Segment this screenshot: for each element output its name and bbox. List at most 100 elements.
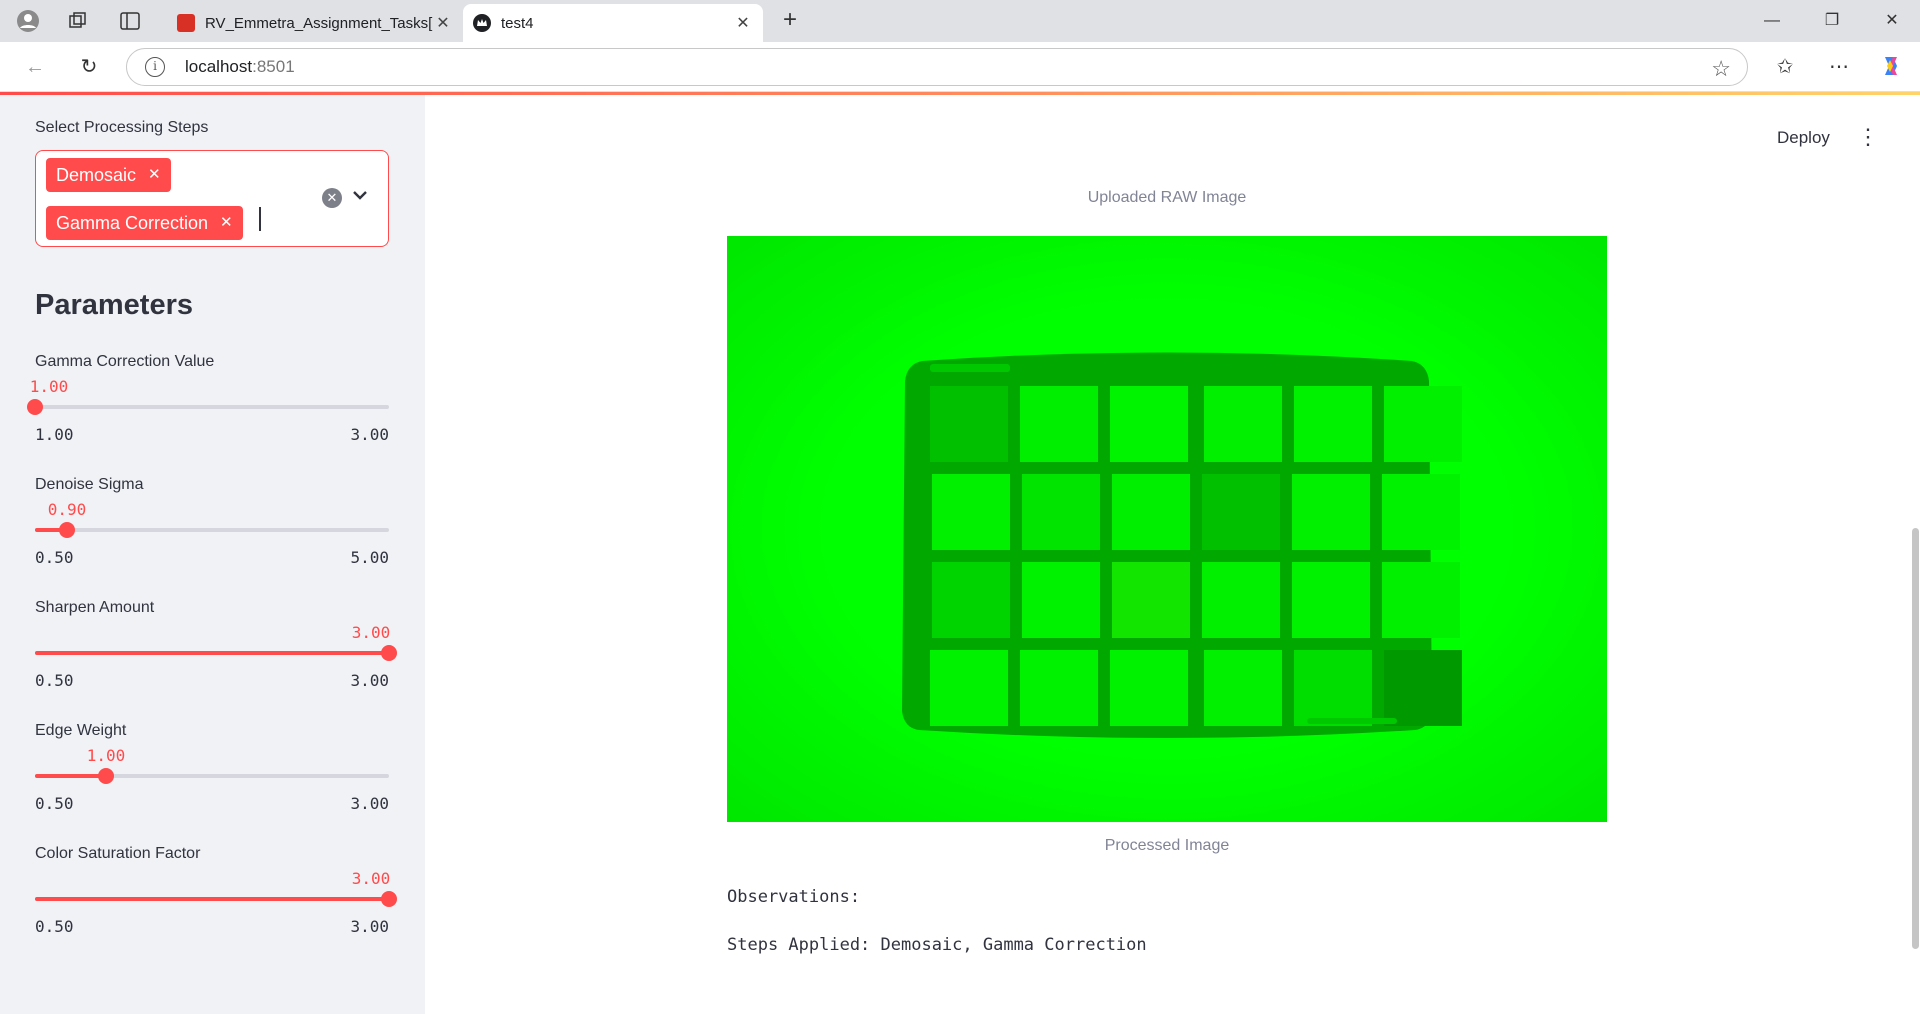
slider-max: 3.00 bbox=[350, 794, 389, 813]
select-steps-label: Select Processing Steps bbox=[35, 119, 209, 136]
tab-close-icon[interactable]: ✕ bbox=[433, 13, 453, 33]
pdf-icon bbox=[177, 14, 195, 32]
refresh-icon[interactable]: ↻ bbox=[74, 54, 104, 80]
tab-assignment-pdf[interactable]: RV_Emmetra_Assignment_Tasks[1 ✕ bbox=[167, 4, 463, 42]
checker-patch bbox=[1382, 474, 1460, 550]
profile-icon[interactable] bbox=[14, 8, 42, 34]
favorite-star-icon[interactable]: ☆ bbox=[1711, 56, 1731, 82]
copilot-icon[interactable] bbox=[1876, 54, 1906, 80]
checker-patch bbox=[1110, 386, 1188, 462]
steps-applied-text: Steps Applied: Demosaic, Gamma Correctio… bbox=[727, 935, 1147, 955]
checker-patch bbox=[1292, 474, 1370, 550]
clear-all-icon[interactable]: ✕ bbox=[322, 188, 342, 208]
site-info-icon[interactable]: i bbox=[145, 57, 165, 77]
slider-sharpen-amount[interactable]: Sharpen Amount 3.00 0.50 3.00 bbox=[35, 599, 397, 690]
checker-patch bbox=[1204, 650, 1282, 726]
processed-image-caption: Processed Image bbox=[1104, 837, 1230, 854]
chip-remove-icon[interactable]: ✕ bbox=[148, 158, 161, 192]
chevron-down-icon[interactable] bbox=[352, 185, 368, 206]
slider-edge-weight[interactable]: Edge Weight 1.00 0.50 3.00 bbox=[35, 722, 389, 813]
streamlit-crown-icon bbox=[473, 14, 491, 32]
close-window-icon[interactable]: ✕ bbox=[1872, 8, 1912, 34]
chip-gamma-correction[interactable]: Gamma Correction ✕ bbox=[46, 206, 243, 240]
slider-max: 3.00 bbox=[350, 671, 389, 690]
slider-thumb[interactable] bbox=[98, 768, 114, 784]
slider-gamma-correction[interactable]: Gamma Correction Value 1.00 1.00 3.00 bbox=[27, 353, 389, 444]
slider-fill bbox=[35, 651, 389, 655]
deploy-button[interactable]: Deploy bbox=[1777, 128, 1830, 148]
slider-value: 1.00 bbox=[86, 746, 126, 765]
slider-thumb[interactable] bbox=[381, 891, 397, 907]
chip-demosaic[interactable]: Demosaic ✕ bbox=[46, 158, 171, 192]
slider-track[interactable] bbox=[35, 645, 397, 661]
more-options-icon[interactable]: ⋯ bbox=[1824, 54, 1854, 80]
tab-title: test4 bbox=[501, 14, 534, 32]
slider-label: Edge Weight bbox=[35, 722, 127, 739]
tab-close-icon[interactable]: ✕ bbox=[733, 13, 753, 33]
chip-remove-icon[interactable]: ✕ bbox=[220, 206, 233, 240]
uploaded-image-caption: Uploaded RAW Image bbox=[1087, 189, 1247, 206]
minimize-icon[interactable]: — bbox=[1752, 8, 1792, 34]
slider-track[interactable] bbox=[35, 891, 397, 907]
workspaces-icon[interactable] bbox=[64, 8, 92, 34]
slider-fill bbox=[35, 774, 106, 778]
checker-patch bbox=[932, 562, 1010, 638]
slider-value: 3.00 bbox=[351, 869, 391, 888]
main-scrollbar[interactable] bbox=[1912, 528, 1919, 949]
checker-patch bbox=[1294, 386, 1372, 462]
checker-patch bbox=[1382, 562, 1460, 638]
slider-thumb[interactable] bbox=[59, 522, 75, 538]
slider-min: 0.50 bbox=[35, 794, 74, 813]
slider-label: Denoise Sigma bbox=[35, 476, 144, 493]
slider-label: Gamma Correction Value bbox=[35, 353, 215, 370]
restore-icon[interactable]: ❐ bbox=[1812, 8, 1852, 34]
main-menu-icon[interactable]: ⋮ bbox=[1857, 123, 1879, 151]
chip-label: Gamma Correction bbox=[56, 213, 209, 233]
slider-color-saturation[interactable]: Color Saturation Factor 3.00 0.50 3.00 bbox=[35, 845, 397, 936]
slider-track[interactable] bbox=[35, 768, 389, 784]
slider-min: 0.50 bbox=[35, 548, 74, 567]
browser-tab-bar: RV_Emmetra_Assignment_Tasks[1 ✕ test4 ✕ … bbox=[0, 0, 1920, 42]
tab-test4[interactable]: test4 ✕ bbox=[463, 4, 763, 42]
slider-track[interactable] bbox=[35, 522, 389, 538]
checker-patch bbox=[1384, 650, 1462, 726]
slider-track[interactable] bbox=[27, 399, 389, 415]
slider-fill bbox=[35, 897, 389, 901]
processing-steps-multiselect[interactable]: Demosaic ✕ Gamma Correction ✕ ✕ bbox=[35, 150, 389, 247]
checker-patch bbox=[1294, 650, 1372, 726]
checker-patch bbox=[1022, 474, 1100, 550]
chip-label: Demosaic bbox=[56, 165, 137, 185]
parameters-heading: Parameters bbox=[35, 289, 193, 321]
slider-label: Color Saturation Factor bbox=[35, 845, 201, 862]
url-host: localhost bbox=[185, 57, 253, 76]
checker-patch bbox=[1204, 386, 1282, 462]
checker-patch bbox=[1202, 474, 1280, 550]
checker-patch bbox=[1292, 562, 1370, 638]
slider-thumb[interactable] bbox=[381, 645, 397, 661]
slider-denoise-sigma[interactable]: Denoise Sigma 0.90 0.50 5.00 bbox=[35, 476, 389, 567]
observations-heading: Observations: bbox=[727, 887, 861, 907]
slider-value: 0.90 bbox=[47, 500, 87, 519]
favorites-icon[interactable]: ✩ bbox=[1770, 54, 1800, 80]
slider-thumb[interactable] bbox=[27, 399, 43, 415]
url-field[interactable]: i localhost :8501 ☆ bbox=[126, 48, 1748, 86]
checker-patch bbox=[1022, 562, 1100, 638]
url-port: :8501 bbox=[252, 57, 295, 76]
slider-min: 1.00 bbox=[35, 425, 74, 444]
slider-value: 3.00 bbox=[351, 623, 391, 642]
checker-label-strip bbox=[930, 364, 1010, 372]
checker-patch bbox=[1202, 562, 1280, 638]
back-icon[interactable]: ← bbox=[20, 54, 50, 80]
slider-value: 1.00 bbox=[29, 377, 69, 396]
address-bar-row: ← ↻ i localhost :8501 ☆ ✩ ⋯ bbox=[0, 42, 1920, 92]
slider-label: Sharpen Amount bbox=[35, 599, 155, 616]
checker-label-strip bbox=[1307, 718, 1397, 724]
tab-actions-icon[interactable] bbox=[116, 8, 144, 34]
checker-patch bbox=[1020, 386, 1098, 462]
slider-max: 3.00 bbox=[350, 917, 389, 936]
checker-patch bbox=[1384, 386, 1462, 462]
slider-max: 5.00 bbox=[350, 548, 389, 567]
checker-patch bbox=[932, 474, 1010, 550]
checker-patch bbox=[930, 386, 1008, 462]
new-tab-icon[interactable]: + bbox=[776, 8, 804, 34]
